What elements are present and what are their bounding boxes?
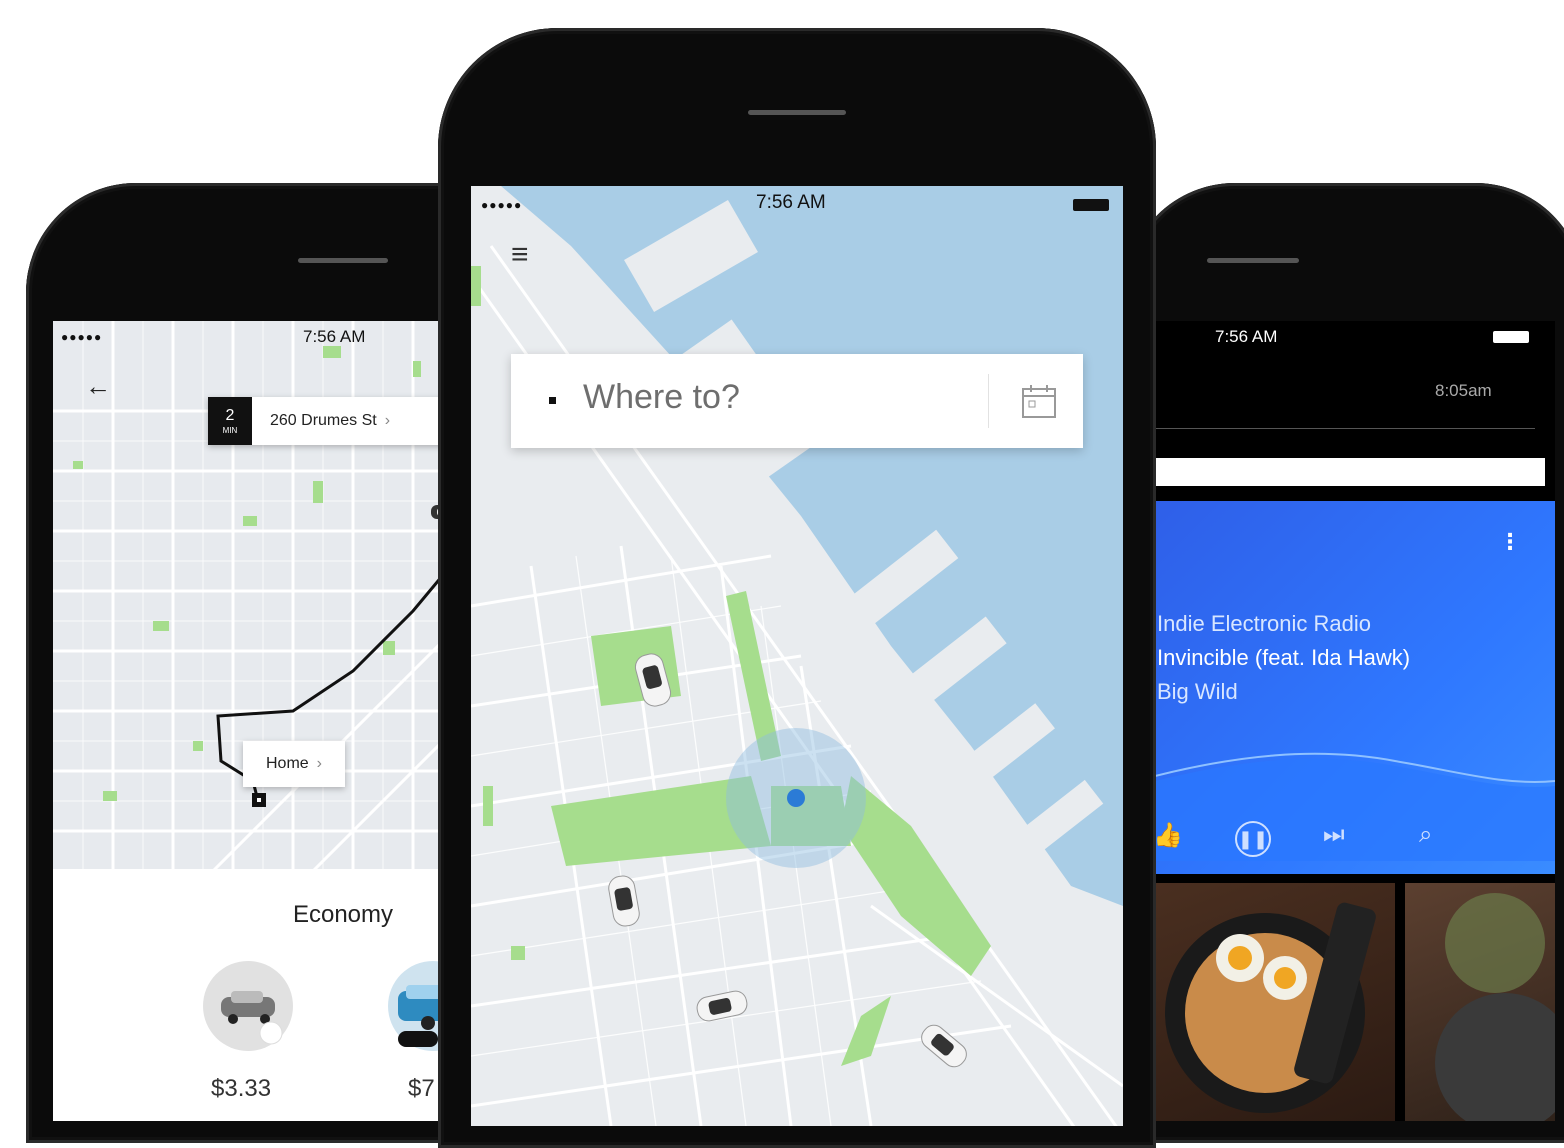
chevron-right-icon: › [316, 755, 322, 772]
center-phone: ●●●●● 7:56 AM ≡ Where to? [438, 28, 1156, 1148]
music-player-card: ⋮ Indie Electronic Radio Invincible (fea… [1155, 501, 1555, 874]
battery-icon [1073, 199, 1109, 211]
eta-unit: MIN [222, 425, 238, 435]
ride-options-sheet: Economy $3.33 $7 [53, 869, 503, 1121]
thumbs-up-icon[interactable]: 👍 [1155, 821, 1183, 850]
status-time: 7:56 AM [303, 327, 366, 346]
skip-icon[interactable]: ⏭ [1323, 821, 1345, 849]
calendar-icon[interactable] [1021, 384, 1057, 420]
home-card[interactable]: Home › [243, 741, 345, 787]
destination-square-icon [549, 397, 556, 404]
city-map[interactable] [471, 186, 1123, 1126]
eta-value: 2 [225, 406, 235, 424]
food-photo[interactable] [1405, 883, 1555, 1121]
ride-option-economy[interactable] [203, 961, 293, 1051]
music-screen: 7:56 AM 8:05am ⋮ Indie Electronic Radio … [1155, 321, 1555, 1121]
arrival-time: 8:05am [1435, 381, 1492, 400]
progress-strip [1155, 458, 1545, 486]
search-placeholder: Where to? [583, 378, 740, 416]
ramen-bowl-image [1165, 902, 1376, 1113]
ride-request-screen: ●●●●● 7:56 AM ← 2 MIN 260 Drumes St › Ho… [53, 321, 503, 1121]
phone-speaker [748, 110, 846, 115]
search-icon[interactable]: ⌕ [1419, 821, 1432, 849]
battery-icon [1493, 331, 1529, 343]
back-arrow-icon[interactable]: ← [85, 371, 111, 402]
where-to-search[interactable]: Where to? [511, 354, 1083, 448]
pickup-address: 260 Drumes St [270, 412, 377, 429]
current-location-icon [787, 789, 805, 807]
station-name: Indie Electronic Radio [1157, 611, 1372, 636]
chevron-right-icon: › [384, 412, 391, 429]
signal-icon: ●●●●● [61, 330, 103, 344]
ride-price: $7 [408, 1075, 435, 1102]
artist-name: Big Wild [1157, 679, 1238, 704]
track-title: Invincible (feat. Ida Hawk) [1157, 645, 1411, 670]
right-phone: 7:56 AM 8:05am ⋮ Indie Electronic Radio … [1125, 183, 1564, 1143]
food-photo[interactable] [1155, 883, 1395, 1121]
phone-speaker [1207, 258, 1299, 263]
ride-price: $3.33 [211, 1075, 272, 1102]
ride-category-title: Economy [292, 901, 394, 928]
home-label: Home [265, 755, 309, 772]
waveform [1155, 752, 1555, 861]
signal-icon: ●●●●● [481, 198, 523, 212]
dish-image [1435, 893, 1555, 1121]
status-bar: ●●●●● 7:56 AM [53, 321, 503, 353]
status-time: 7:56 AM [756, 192, 826, 213]
home-map-screen: ●●●●● 7:56 AM ≡ Where to? [471, 186, 1123, 1126]
more-options-icon[interactable]: ⋮ [1499, 529, 1521, 555]
status-time: 7:56 AM [1215, 327, 1278, 346]
status-bar: ●●●●● 7:56 AM [471, 186, 1123, 226]
eta-badge: 2 MIN [208, 397, 252, 445]
phone-speaker [298, 258, 388, 263]
pause-icon[interactable]: ❚❚ [1235, 821, 1271, 857]
car-icon [221, 991, 283, 1045]
menu-icon[interactable]: ≡ [511, 240, 529, 270]
divider [1155, 428, 1535, 429]
divider [988, 374, 989, 428]
